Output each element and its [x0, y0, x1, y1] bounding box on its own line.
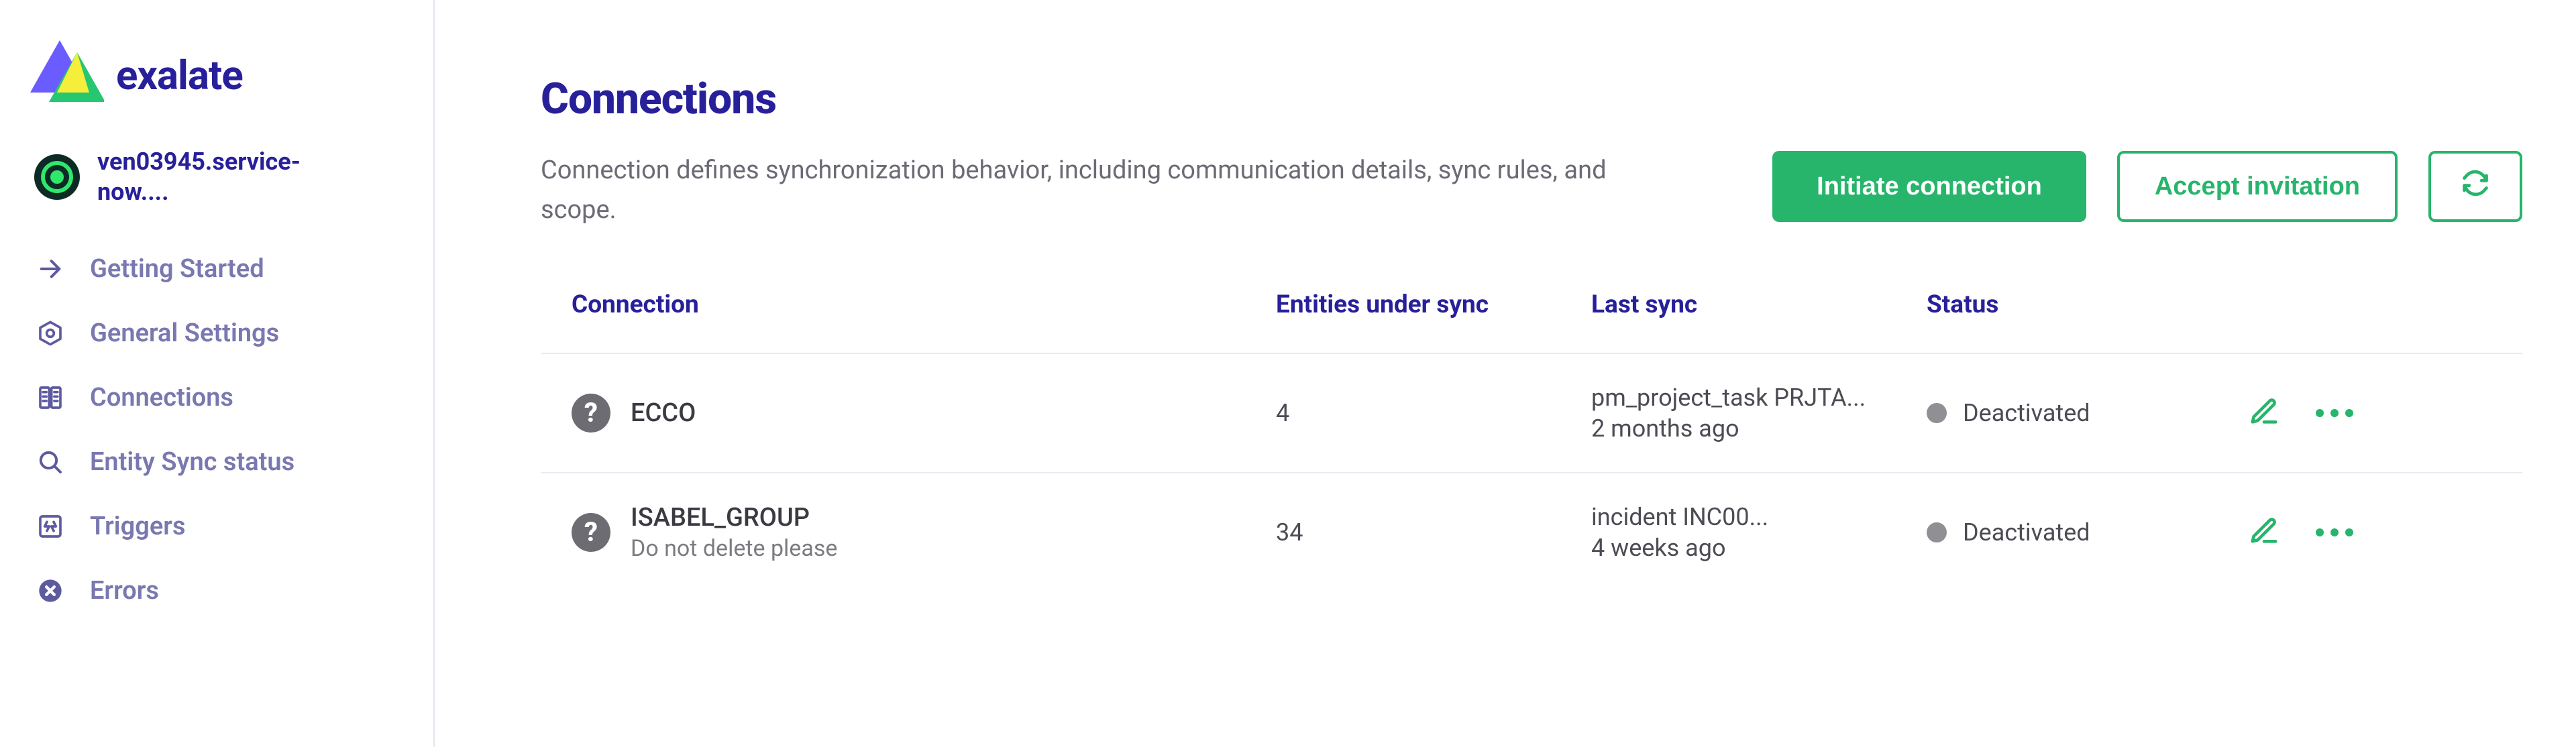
question-mark-icon: ? — [572, 394, 610, 433]
connections-icon — [36, 384, 64, 412]
more-actions-icon[interactable] — [2316, 409, 2353, 417]
question-mark-icon: ? — [572, 513, 610, 552]
accept-invitation-button[interactable]: Accept invitation — [2117, 151, 2398, 222]
table-header-row: Connection Entities under sync Last sync… — [541, 290, 2522, 353]
sidebar-item-label: General Settings — [90, 319, 279, 348]
tenant-name: ven03945.service-now.... — [97, 147, 366, 207]
more-actions-icon[interactable] — [2316, 528, 2353, 536]
connection-name: ISABEL_GROUP — [631, 503, 837, 532]
table-row[interactable]: ? ECCO 4 pm_project_task PRJTA... 2 mont… — [541, 354, 2522, 473]
sidebar-item-triggers[interactable]: Triggers — [36, 512, 433, 541]
connection-name: ECCO — [631, 398, 696, 428]
edit-icon[interactable] — [2249, 516, 2279, 549]
brand-mark-icon — [30, 40, 104, 110]
brand-wordmark: exalate — [116, 52, 243, 99]
connections-table: Connection Entities under sync Last sync… — [541, 290, 2522, 591]
table-row[interactable]: ? ISABEL_GROUP Do not delete please 34 i… — [541, 473, 2522, 591]
entities-under-sync: 34 — [1276, 518, 1591, 547]
tenant-selector[interactable]: ven03945.service-now.... — [23, 147, 433, 207]
sidebar-nav: Getting Started General Settings Connect… — [23, 254, 433, 606]
sidebar-item-general-settings[interactable]: General Settings — [36, 319, 433, 348]
status-dot-icon — [1927, 403, 1947, 423]
page-subtitle: Connection defines synchronization behav… — [541, 151, 1641, 230]
triggers-icon — [36, 512, 64, 540]
status-dot-icon — [1927, 522, 1947, 542]
tenant-avatar-icon — [34, 154, 80, 200]
refresh-icon — [2461, 168, 2490, 205]
column-header-status: Status — [1927, 290, 2249, 319]
page-actions: Initiate connection Accept invitation — [1772, 151, 2522, 222]
status-label: Deactivated — [1963, 518, 2090, 547]
main-content: Connections Connection defines synchroni… — [435, 0, 2576, 747]
sidebar-item-label: Errors — [90, 576, 159, 606]
last-sync-item: pm_project_task PRJTA... — [1591, 384, 1927, 412]
gear-icon — [36, 319, 64, 347]
column-header-entities: Entities under sync — [1276, 290, 1591, 319]
page-header-row: Connection defines synchronization behav… — [541, 151, 2522, 230]
sidebar-item-label: Entity Sync status — [90, 447, 294, 477]
sidebar-item-label: Getting Started — [90, 254, 264, 284]
column-header-connection: Connection — [572, 290, 1276, 319]
app-root: exalate ven03945.service-now.... Getting… — [0, 0, 2576, 747]
page-title: Connections — [541, 74, 2522, 124]
sidebar-item-getting-started[interactable]: Getting Started — [36, 254, 433, 284]
search-icon — [36, 448, 64, 476]
sidebar-item-connections[interactable]: Connections — [36, 383, 433, 412]
sidebar-item-label: Connections — [90, 383, 233, 412]
edit-icon[interactable] — [2249, 396, 2279, 430]
refresh-button[interactable] — [2428, 151, 2522, 222]
last-sync-ago: 2 months ago — [1591, 414, 1927, 443]
sidebar: exalate ven03945.service-now.... Getting… — [0, 0, 435, 747]
last-sync-item: incident INC00... — [1591, 503, 1927, 531]
connection-note: Do not delete please — [631, 535, 837, 562]
sidebar-item-entity-sync-status[interactable]: Entity Sync status — [36, 447, 433, 477]
sidebar-item-label: Triggers — [90, 512, 186, 541]
arrow-right-icon — [36, 255, 64, 283]
column-header-actions — [2249, 290, 2383, 319]
entities-under-sync: 4 — [1276, 399, 1591, 427]
brand-logo: exalate — [23, 40, 433, 110]
last-sync-ago: 4 weeks ago — [1591, 534, 1927, 562]
initiate-connection-button[interactable]: Initiate connection — [1772, 151, 2086, 222]
column-header-last-sync: Last sync — [1591, 290, 1927, 319]
error-icon — [36, 577, 64, 605]
table-body: ? ECCO 4 pm_project_task PRJTA... 2 mont… — [541, 353, 2522, 591]
status-label: Deactivated — [1963, 399, 2090, 427]
sidebar-item-errors[interactable]: Errors — [36, 576, 433, 606]
